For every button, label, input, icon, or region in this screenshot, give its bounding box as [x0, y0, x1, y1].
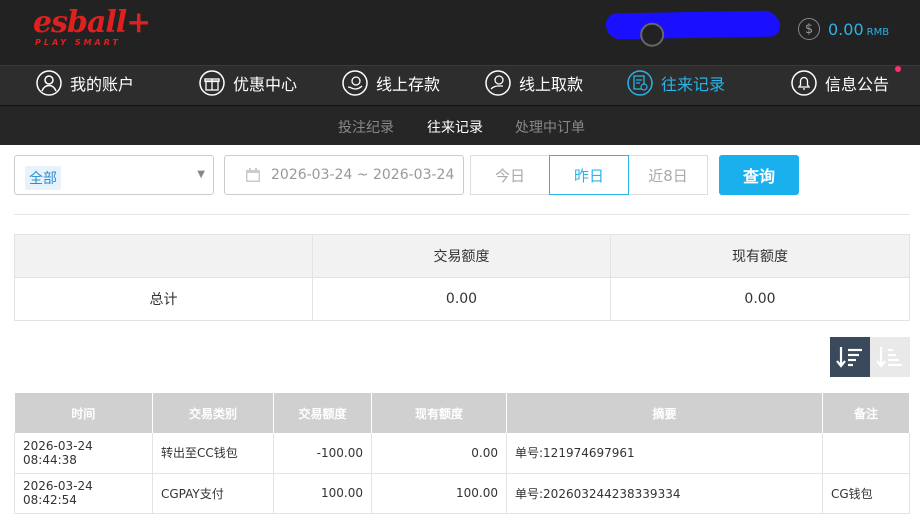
cell-time: 2026-03-24 08:44:38 — [14, 433, 153, 474]
cell-type: 转出至CC钱包 — [152, 433, 274, 474]
cell-note — [822, 433, 910, 474]
nav-label: 我的账户 — [70, 75, 135, 94]
balance-currency: RMB — [866, 26, 890, 38]
selected-type-tag: 全部 — [25, 166, 61, 190]
balance-display: $ 0.00 RMB — [798, 18, 889, 40]
col-header-note[interactable]: 备注 — [822, 393, 910, 433]
summary-table: 交易额度 现有额度 总计 0.00 0.00 — [14, 234, 910, 321]
nav-my-account[interactable]: 我的账户 — [36, 70, 134, 96]
bell-icon — [791, 70, 817, 96]
brand-name: esball+ — [33, 5, 151, 40]
summary-header-balance: 现有额度 — [610, 234, 910, 278]
sort-descending-button[interactable] — [830, 337, 870, 377]
calendar-icon — [246, 168, 260, 182]
cell-transaction: -100.00 — [273, 433, 372, 474]
chevron-down-icon: ▼ — [197, 169, 205, 180]
subtab-bet-records[interactable]: 投注纪录 — [338, 117, 394, 137]
sub-nav: 投注纪录 往来记录 处理中订单 — [0, 105, 920, 145]
sort-controls — [830, 337, 910, 377]
nav-label: 优惠中心 — [233, 75, 298, 94]
cell-type: CGPAY支付 — [152, 473, 274, 514]
nav-deposit[interactable]: 线上存款 — [342, 70, 440, 96]
cell-summary: 单号:202603244238339334 — [506, 473, 823, 514]
quick-date-today[interactable]: 今日 — [470, 155, 550, 195]
cell-note: CG钱包 — [822, 473, 910, 514]
nav-label: 信息公告 — [825, 75, 890, 94]
cell-transaction: 100.00 — [273, 473, 372, 514]
brand-logo[interactable]: esball+ PLAY SMART — [33, 5, 151, 48]
cell-balance: 0.00 — [371, 433, 507, 474]
nav-label: 往来记录 — [661, 75, 726, 94]
gift-icon — [199, 70, 225, 96]
nav-transaction-records[interactable]: 往来记录 — [627, 70, 725, 96]
sort-ascending-icon — [876, 347, 902, 368]
sort-ascending-button[interactable] — [870, 337, 910, 377]
nav-label: 线上存款 — [376, 75, 441, 94]
notification-dot — [895, 66, 902, 72]
quick-date-yesterday[interactable]: 昨日 — [549, 155, 629, 195]
sort-descending-icon — [836, 347, 862, 368]
summary-total-balance: 0.00 — [610, 277, 910, 321]
quick-date-group: 今日 昨日 近8日 — [470, 155, 708, 195]
nav-withdraw[interactable]: 线上取款 — [485, 70, 583, 96]
query-button[interactable]: 查询 — [719, 155, 799, 195]
summary-header-transaction: 交易额度 — [312, 234, 611, 278]
cell-time: 2026-03-24 08:42:54 — [14, 473, 153, 514]
cell-balance: 100.00 — [371, 473, 507, 514]
main-nav — [0, 65, 920, 105]
summary-total-transaction: 0.00 — [312, 277, 611, 321]
top-bar: esball+ PLAY SMART $ 0.00 RMB — [0, 0, 920, 65]
dollar-coin-icon: $ — [798, 18, 820, 40]
summary-row: 总计 0.00 0.00 — [14, 277, 910, 321]
col-header-balance[interactable]: 现有额度 — [371, 393, 507, 433]
record-icon — [627, 70, 653, 96]
balance-amount: 0.00 — [828, 19, 864, 39]
date-range-picker[interactable]: 2026-03-24 ~ 2026-03-24 — [224, 155, 464, 195]
col-header-type[interactable]: 交易类别 — [152, 393, 274, 433]
date-range-value: 2026-03-24 ~ 2026-03-24 — [271, 167, 455, 183]
nav-announcements[interactable]: 信息公告 — [791, 66, 902, 96]
nav-promotions[interactable]: 优惠中心 — [199, 70, 297, 96]
cell-summary: 单号:121974697961 — [506, 433, 823, 474]
subtab-transaction-records[interactable]: 往来记录 — [427, 117, 483, 137]
summary-header-empty — [14, 234, 313, 278]
user-icon — [36, 70, 62, 96]
col-header-time[interactable]: 时间 — [14, 393, 153, 433]
redacted-username — [605, 10, 781, 40]
subtab-pending-orders[interactable]: 处理中订单 — [515, 117, 585, 137]
withdraw-icon — [485, 70, 511, 96]
table-row: 2026-03-24 08:42:54 CGPAY支付 100.00 100.0… — [14, 473, 910, 514]
col-header-transaction[interactable]: 交易额度 — [273, 393, 372, 433]
nav-label: 线上取款 — [519, 75, 584, 94]
records-table: 时间 交易类别 交易额度 现有额度 摘要 备注 2026-03-24 08:44… — [14, 393, 910, 514]
quick-date-last-8-days[interactable]: 近8日 — [628, 155, 708, 195]
deposit-icon — [342, 70, 368, 96]
divider — [14, 214, 910, 215]
transaction-type-select[interactable]: 全部 ▼ — [14, 155, 214, 195]
summary-total-label: 总计 — [14, 277, 313, 321]
table-row: 2026-03-24 08:44:38 转出至CC钱包 -100.00 0.00… — [14, 433, 910, 474]
filter-bar: 全部 ▼ 2026-03-24 ~ 2026-03-24 今日 昨日 近8日 查… — [0, 145, 920, 205]
col-header-summary[interactable]: 摘要 — [506, 393, 823, 433]
